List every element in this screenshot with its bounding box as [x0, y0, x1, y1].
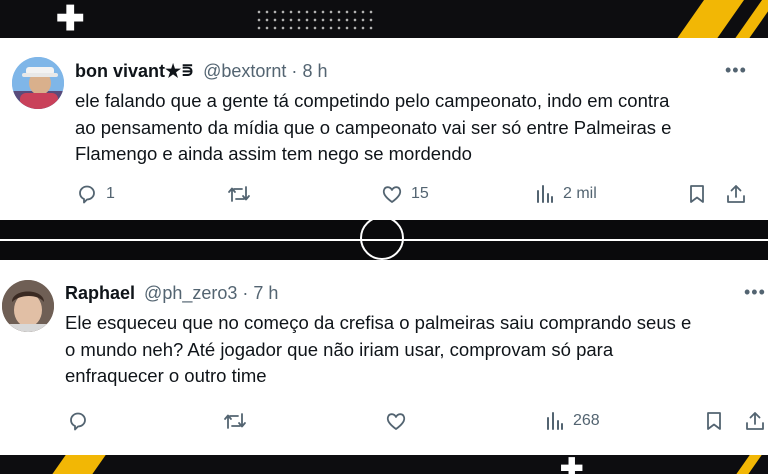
- name-badge: ★⋾: [165, 61, 195, 81]
- tweet-card[interactable]: bon vivant★⋾ @bextornt · 8 h ••• ele fal…: [0, 38, 768, 220]
- like-button[interactable]: 15: [381, 183, 429, 205]
- bookmark-icon: [707, 412, 721, 430]
- retweet-icon: [224, 413, 246, 429]
- views-count: 2 mil: [563, 185, 597, 202]
- tweet-time[interactable]: 8 h: [302, 61, 327, 81]
- plus-decoration: ✚: [560, 455, 584, 474]
- tweet-text: ele falando que a gente tá competindo pe…: [75, 90, 672, 164]
- author-name[interactable]: bon vivant: [75, 61, 165, 81]
- author-handle[interactable]: @bextornt: [203, 61, 286, 81]
- tweet-time[interactable]: 7 h: [253, 283, 278, 303]
- like-icon: [382, 186, 402, 203]
- author-name[interactable]: Raphael: [65, 283, 135, 303]
- reply-icon: [70, 412, 86, 431]
- share-icon: [746, 412, 764, 430]
- share-button[interactable]: [725, 183, 747, 205]
- bookmark-icon: [690, 185, 704, 203]
- bookmark-button[interactable]: [687, 183, 707, 205]
- avatar[interactable]: [12, 57, 64, 109]
- reply-icon: [79, 185, 95, 204]
- bookmark-button[interactable]: [704, 410, 724, 432]
- reply-button[interactable]: [67, 410, 97, 432]
- views-count: 268: [573, 412, 600, 429]
- tweet-header: Raphael @ph_zero3 · 7 h: [65, 282, 278, 304]
- share-button[interactable]: [744, 410, 766, 432]
- separator-dot: ·: [291, 61, 298, 81]
- dot-grid-decoration: [255, 8, 375, 32]
- retweet-button[interactable]: [223, 410, 255, 432]
- views-button[interactable]: 2 mil: [535, 183, 597, 205]
- tweet-text: Ele esqueceu que no começo da crefisa o …: [65, 312, 692, 386]
- retweet-icon: [228, 186, 250, 202]
- plus-decoration: ✚: [56, 0, 85, 38]
- views-icon: [547, 412, 563, 430]
- avatar[interactable]: [2, 280, 54, 332]
- yellow-stripe-decoration: [731, 455, 765, 474]
- reply-button[interactable]: 1: [76, 183, 115, 205]
- tweet-card[interactable]: Raphael @ph_zero3 · 7 h ••• Ele esqueceu…: [0, 260, 768, 455]
- separator-dot: ·: [242, 283, 249, 303]
- views-button[interactable]: 268: [545, 410, 600, 432]
- like-button[interactable]: [385, 410, 415, 432]
- center-circle-decoration: [360, 220, 404, 260]
- background-bottom-band: ✚: [0, 455, 768, 474]
- like-icon: [386, 413, 406, 430]
- like-count: 15: [411, 185, 429, 202]
- more-options-button[interactable]: •••: [725, 60, 747, 81]
- share-icon: [727, 185, 745, 203]
- more-options-button[interactable]: •••: [744, 282, 766, 303]
- retweet-button[interactable]: [227, 183, 259, 205]
- avatar-image: [2, 280, 54, 332]
- background-middle-band: [0, 220, 768, 260]
- views-icon: [537, 185, 553, 203]
- yellow-stripe-decoration: [47, 455, 109, 474]
- background-top-band: ✚: [0, 0, 768, 38]
- reply-count: 1: [106, 185, 115, 202]
- tweet-header: bon vivant★⋾ @bextornt · 8 h: [75, 60, 327, 82]
- author-handle[interactable]: @ph_zero3: [144, 283, 237, 303]
- avatar-image: [12, 57, 64, 109]
